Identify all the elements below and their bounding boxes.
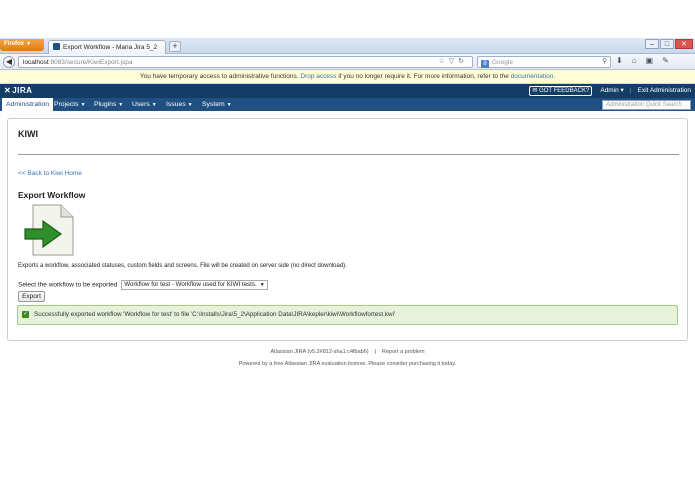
export-description: Exports a workflow, associated statuses,… [18,263,347,269]
url-path: :8083/secure/KiwiExport.jspa [48,59,133,66]
exit-administration-link[interactable]: Exit Administration [638,87,691,94]
search-placeholder: Google [492,59,513,66]
menu-label: Users [132,101,150,108]
new-tab-button[interactable]: + [169,41,181,52]
browser-nav-bar: ◀ localhost:8083/secure/KiwiExport.jspa … [0,54,695,70]
jira-favicon-icon [53,43,60,50]
content-panel: KIWI << Back to Kiwi Home Export Workflo… [7,118,688,341]
minimize-button[interactable]: – [645,39,659,49]
feedback-icon: ✉ [532,88,538,94]
menu-system[interactable]: System ▼ [202,98,232,111]
address-bar[interactable]: localhost:8083/secure/KiwiExport.jspa ☆▽… [18,56,473,68]
firefox-menu-label: Firefox [4,41,25,47]
export-button[interactable]: Export [18,291,45,302]
reload-icon[interactable]: ↻ [458,58,468,65]
admin-quick-search-input[interactable]: Administration Quick Search [602,100,691,110]
footer-divider: | [374,349,377,355]
url-host: localhost [23,59,49,66]
footer-version-line: Atlassian JIRA (v5.2#812-sha1:c4fbab6) | R… [0,349,695,355]
jira-header: ✕JIRA ✉ GOT FEEDBACK? Admin ▾ | Exit Admini… [0,84,695,98]
workflow-select-row: Select the workflow to be exported Workf… [18,280,268,290]
chevron-down-icon: ▼ [187,102,193,108]
notice-text-2: if you no longer require it. For more in… [338,73,509,80]
menu-label: Administration [6,101,50,108]
feedback-label: GOT FEEDBACK? [539,88,590,94]
documentation-link[interactable]: documentation [511,73,554,80]
footer-version: Atlassian JIRA (v5.2#812-sha1:c4fbab6) [270,349,369,355]
chevron-down-icon: ▼ [151,102,157,108]
notice-text-3: . [553,73,556,80]
report-problem-link[interactable]: Report a problem [382,349,425,355]
url-bar-icons: ☆▽↻ [438,57,468,66]
search-bar[interactable]: 8 Google ⚲ [477,56,611,68]
menu-label: Issues [166,101,186,108]
page-title: KIWI [18,129,38,139]
menu-projects[interactable]: Projects ▼ [54,98,86,111]
chevron-down-icon: ▼ [226,102,232,108]
addons-icon[interactable]: ✎ [662,56,678,65]
menu-label: Projects [54,101,79,108]
download-icon[interactable]: ⬇ [616,56,632,65]
feedback-button[interactable]: ✉ GOT FEEDBACK? [529,86,593,96]
screen-icon[interactable]: ▣ [646,56,663,65]
menu-label: Plugins [94,101,117,108]
header-divider: | [629,87,632,94]
drop-access-link[interactable]: Drop access [300,73,336,80]
footer-license: Powered by a free Atlassian JIRA evaluat… [238,361,457,367]
user-menu[interactable]: Admin [600,87,618,94]
dropdown-icon[interactable]: ▽ [449,58,458,65]
workflow-select[interactable]: Workflow for test - Workflow used for KI… [121,280,268,290]
menu-label: System [202,101,225,108]
top-margin [0,0,695,38]
home-icon[interactable]: ⌂ [632,56,646,65]
maximize-button[interactable]: □ [660,39,674,49]
menu-users[interactable]: Users ▼ [132,98,157,111]
divider [18,154,679,155]
chevron-down-icon: ▼ [259,282,265,288]
admin-access-notice: You have temporary access to administrat… [0,70,695,84]
browser-tab[interactable]: Export Workflow - Maria Jira 5_2 [48,40,166,54]
chevron-down-icon: ▼ [26,41,31,47]
menu-administration[interactable]: Administration [2,98,54,111]
toolbar-icons: ⬇⌂▣✎ [616,56,678,65]
export-document-icon [24,204,74,256]
jira-logo-text: JIRA [12,86,33,95]
success-message: ✓ Successfully exported workflow 'Workfl… [17,305,678,325]
search-engine-icon[interactable]: 8 [481,60,489,68]
workflow-select-label: Select the workflow to be exported [18,281,118,289]
back-arrow-icon[interactable]: ◀ [3,56,15,68]
checkmark-icon: ✓ [22,311,29,318]
menu-issues[interactable]: Issues ▼ [166,98,193,111]
bookmark-star-icon[interactable]: ☆ [438,58,448,65]
search-icon[interactable]: ⚲ [602,57,607,66]
notice-text-1: You have temporary access to administrat… [139,73,299,80]
close-window-button[interactable]: ✕ [675,39,693,49]
tab-title: Export Workflow - Maria Jira 5_2 [63,44,158,51]
admin-menu-bar: Administration Projects ▼ Plugins ▼ Users ▼… [0,98,695,111]
header-right: ✉ GOT FEEDBACK? Admin ▾ | Exit Administrati… [529,84,691,98]
jira-logo-icon: ✕ [4,86,12,95]
workflow-select-value: Workflow for test - Workflow used for KI… [124,281,257,288]
chevron-down-icon: ▼ [118,102,124,108]
success-text: Successfully exported workflow 'Workflow… [34,311,396,318]
jira-logo[interactable]: ✕JIRA [4,86,32,95]
back-to-kiwi-home-link[interactable]: << Back to Kiwi Home [18,170,82,177]
menu-plugins[interactable]: Plugins ▼ [94,98,123,111]
firefox-menu-button[interactable]: Firefox ▼ [0,39,44,51]
user-menu-caret-icon[interactable]: ▾ [619,87,624,94]
section-title: Export Workflow [18,190,86,200]
browser-tab-strip: Firefox ▼ Export Workflow - Maria Jira 5_… [0,38,695,54]
chevron-down-icon: ▼ [80,102,86,108]
